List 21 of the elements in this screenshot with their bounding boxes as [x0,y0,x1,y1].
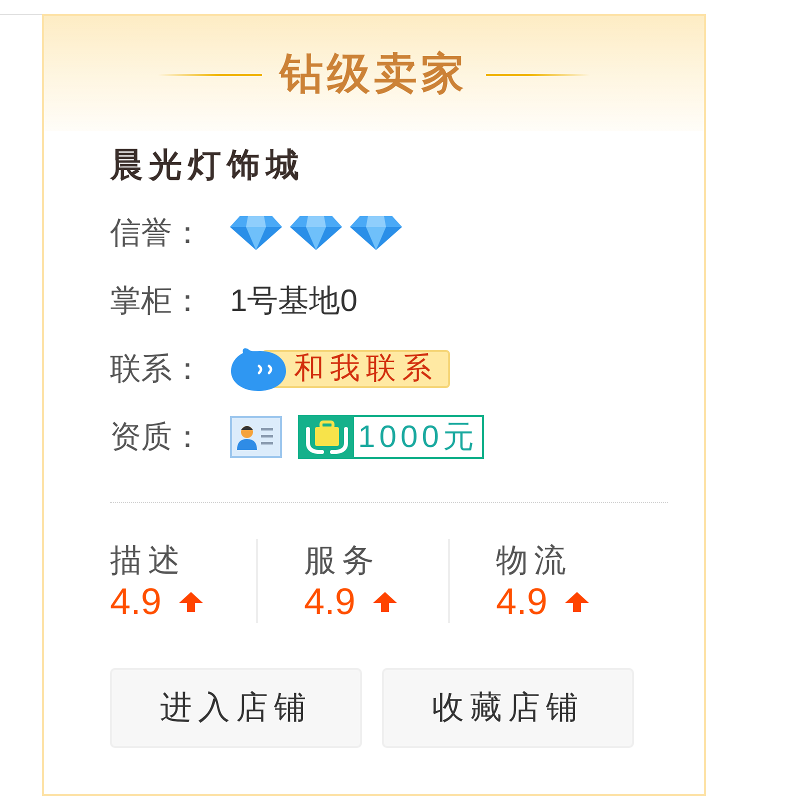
deposit-amount: 1000元 [357,418,479,456]
diamond-icon [350,216,402,250]
rating-label: 服务 [304,541,380,580]
card-title: 钻级卖家 [280,49,468,99]
field-label: 资质： [110,418,204,456]
rating-score: 4.9 [110,581,162,623]
field-value: 1号基地0 [230,282,358,320]
rating-score: 4.9 [496,581,548,623]
field-label: 信誉： [110,214,204,252]
field-label: 掌柜： [110,282,204,320]
field-label: 联系： [110,350,204,388]
rating-label: 物流 [496,541,572,580]
shop-action-button[interactable]: 进入店铺 [110,668,362,748]
rating-label: 描述 [110,541,186,580]
shop-name: 晨光灯饰城 [110,144,305,184]
chat-bubble-icon [230,346,288,392]
id-card-icon [230,416,282,458]
diamond-icon [230,216,282,250]
shop-action-button[interactable]: 收藏店铺 [382,668,634,748]
rating-score: 4.9 [304,581,356,623]
diamond-icon [290,216,342,250]
